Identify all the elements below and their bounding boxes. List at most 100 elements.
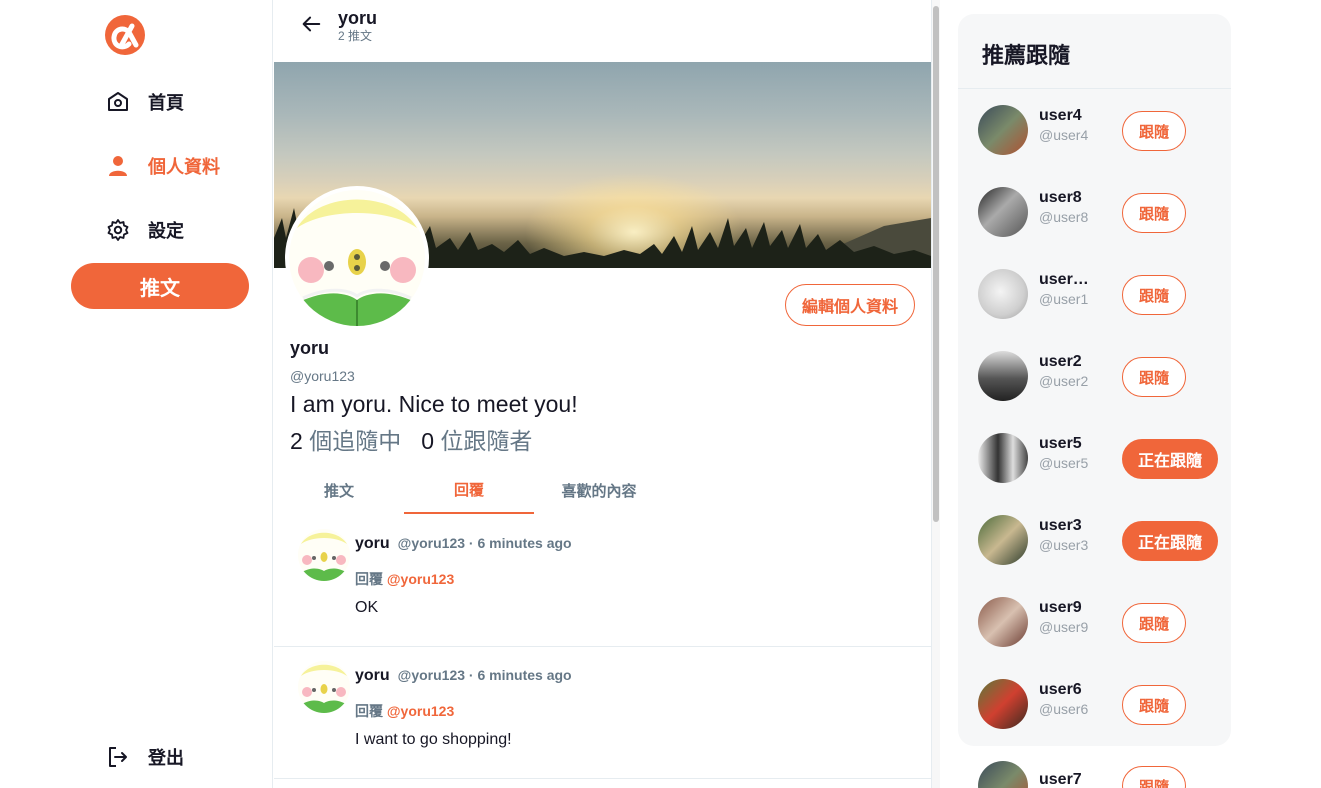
person-icon [109,156,127,176]
tab-likes[interactable]: 喜歡的內容 [534,466,664,514]
reply-meta: @yoru123 · 6 minutes ago [397,667,572,683]
user-avatar[interactable] [978,351,1028,401]
header-tweet-count: 2 推文 [338,29,373,43]
profile-bio: I am yoru. Nice to meet you! [290,391,578,417]
followers-stat[interactable]: 0 位跟隨者 [421,422,532,456]
reply-avatar[interactable] [298,529,350,581]
reply-context: 回覆 @yoru123 [355,701,454,721]
user-avatar[interactable] [978,269,1028,319]
reply-item[interactable]: yoru @yoru123 · 6 minutes ago 回覆 @yoru12… [274,647,931,779]
user-avatar[interactable] [978,433,1028,483]
user-avatar[interactable] [978,761,1028,788]
suggested-user-row: user7 跟隨 [958,761,1231,788]
suggested-follows-title: 推薦跟隨 [982,43,1071,68]
tab-replies[interactable]: 回覆 [404,466,534,514]
profile-main: yoru 2 推文 編輯個人資料 yoru @yoru123 I am yoru… [274,0,931,788]
nav-label-settings: 設定 [148,221,184,241]
user-name[interactable]: user5 [1039,435,1099,453]
profile-tabs: 推文 回覆 喜歡的內容 [274,466,931,516]
left-sidebar: 首頁 個人資料 設定 推文 登出 [0,0,273,788]
nav-item-profile[interactable]: 個人資料 [106,153,220,179]
user-handle: @user5 [1039,455,1089,471]
reply-mention-link[interactable]: @yoru123 [387,571,454,587]
user-avatar[interactable] [978,515,1028,565]
profile-header-bar: yoru 2 推文 [274,0,931,62]
reply-author-name[interactable]: yoru [355,667,390,685]
user-name[interactable]: user9 [1039,599,1099,617]
suggested-user-row: user4 @user4 跟隨 [958,105,1231,187]
nav-item-settings[interactable]: 設定 [106,217,184,243]
alpha-logo-icon[interactable] [104,14,146,56]
profile-handle: @yoru123 [290,368,355,384]
suggested-user-row: user8 @user8 跟隨 [958,187,1231,269]
reply-prefix: 回覆 [355,571,383,587]
following-button[interactable]: 正在跟隨 [1122,521,1218,561]
follow-stats: 2 個追隨中 0 位跟隨者 [290,422,532,456]
reply-text: I want to go shopping! [355,731,512,748]
tab-tweets[interactable]: 推文 [274,466,404,514]
header-user-name: yoru [338,8,378,28]
nav-label-logout: 登出 [148,748,184,768]
follow-button[interactable]: 跟隨 [1122,357,1186,397]
following-count: 2 [290,428,303,454]
suggested-user-row: user5 @user5 正在跟隨 [958,433,1231,515]
user-avatar[interactable] [978,679,1028,729]
user-handle: @user9 [1039,619,1089,635]
suggested-user-row: user2 @user2 跟隨 [958,351,1231,433]
user-name[interactable]: user6 [1039,681,1099,699]
user-handle: @user2 [1039,373,1089,389]
back-arrow-icon[interactable] [300,13,322,35]
suggested-user-row: user9 @user9 跟隨 [958,597,1231,679]
suggested-user-row: user6 @user6 跟隨 [958,679,1231,761]
user-avatar[interactable] [978,187,1028,237]
reply-header: yoru @yoru123 · 6 minutes ago [355,667,572,685]
edit-profile-button[interactable]: 編輯個人資料 [785,284,915,326]
user-handle: @user4 [1039,127,1089,143]
user-handle: @user8 [1039,209,1089,225]
cute-bird-avatar-icon [298,661,350,713]
user-handle: @user6 [1039,701,1089,717]
follow-button[interactable]: 跟隨 [1122,111,1186,151]
followers-count: 0 [421,428,434,454]
logout-icon [109,747,127,767]
following-stat[interactable]: 2 個追隨中 [290,422,401,456]
nav-item-logout[interactable]: 登出 [106,744,184,770]
follow-button[interactable]: 跟隨 [1122,193,1186,233]
follow-button[interactable]: 跟隨 [1122,685,1186,725]
user-handle: @user3 [1039,537,1089,553]
follow-button[interactable]: 跟隨 [1122,766,1186,788]
reply-avatar[interactable] [298,661,350,713]
reply-context: 回覆 @yoru123 [355,569,454,589]
suggested-user-row: user3 @user3 正在跟隨 [958,515,1231,597]
user-handle: @user1 [1039,291,1089,307]
reply-author-name[interactable]: yoru [355,535,390,553]
user-avatar[interactable] [978,597,1028,647]
nav-item-home[interactable]: 首頁 [106,89,184,115]
suggested-user-row: user… @user1 跟隨 [958,269,1231,351]
user-name[interactable]: user3 [1039,517,1099,535]
follow-button[interactable]: 跟隨 [1122,275,1186,315]
reply-item[interactable]: yoru @yoru123 · 6 minutes ago 回覆 @yoru12… [274,515,931,647]
user-name[interactable]: user2 [1039,353,1099,371]
suggested-follows-panel: 推薦跟隨 user4 @user4 跟隨 user8 @user8 跟隨 use… [958,14,1231,746]
follow-button[interactable]: 跟隨 [1122,603,1186,643]
user-avatar[interactable] [978,105,1028,155]
scrollbar-thumb[interactable] [933,6,939,522]
profile-avatar [285,186,429,330]
following-button[interactable]: 正在跟隨 [1122,439,1218,479]
profile-name: yoru [290,338,330,358]
home-icon [108,92,128,111]
reply-header: yoru @yoru123 · 6 minutes ago [355,535,572,553]
user-name[interactable]: user8 [1039,189,1099,207]
reply-prefix: 回覆 [355,703,383,719]
reply-mention-link[interactable]: @yoru123 [387,703,454,719]
user-name[interactable]: user4 [1039,107,1099,125]
divider [958,88,1231,89]
user-name[interactable]: user… [1039,271,1099,289]
user-name[interactable]: user7 [1039,771,1099,788]
following-label: 個追隨中 [309,428,402,454]
followers-label: 位跟隨者 [440,428,533,454]
cute-bird-avatar-icon [289,190,425,326]
tweet-button[interactable]: 推文 [71,263,249,309]
main-scrollbar[interactable] [931,0,940,788]
